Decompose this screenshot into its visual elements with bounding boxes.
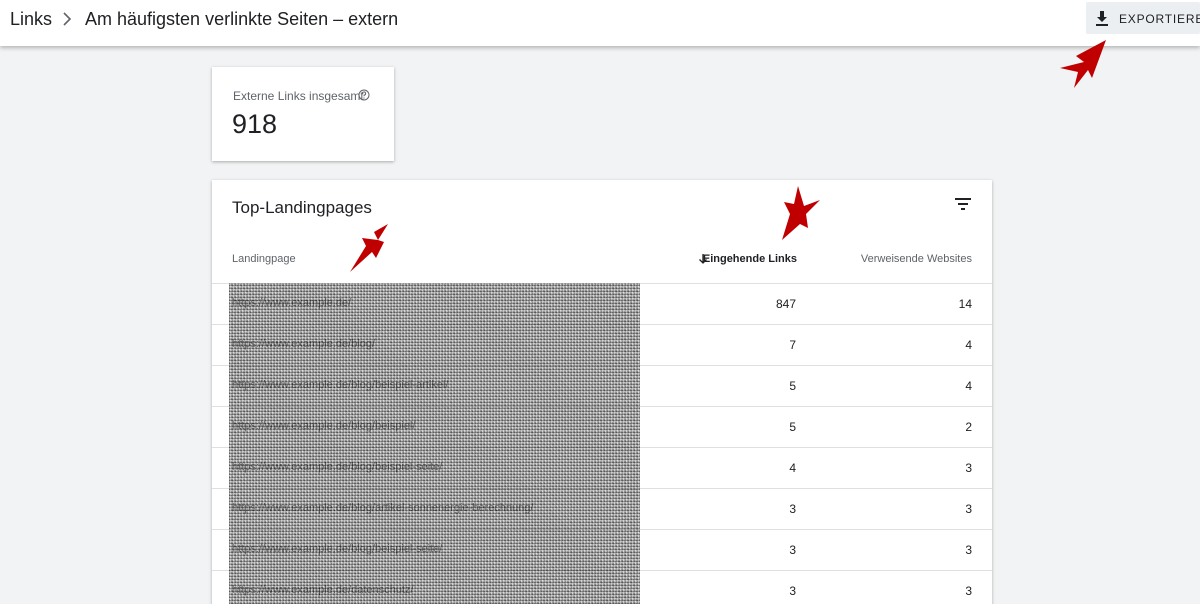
total-external-links-card: Externe Links insgesamt 918: [212, 67, 394, 161]
help-icon[interactable]: [358, 89, 370, 101]
incoming-links-value: 847: [775, 297, 796, 311]
referring-sites-value: 3: [965, 461, 972, 475]
table-row[interactable]: https://www.example.de/blog/beispiel/ 5 …: [212, 406, 992, 447]
table-row[interactable]: https://www.example.de/blog/beispiel-sei…: [212, 529, 992, 570]
download-icon: [1096, 11, 1108, 26]
incoming-links-value: 4: [789, 461, 796, 475]
chevron-right-icon: [63, 12, 72, 26]
table-body: https://www.example.de/ 847 14 https://w…: [212, 283, 992, 604]
referring-sites-value: 3: [965, 543, 972, 557]
landingpage-url[interactable]: https://www.example.de/blog/artikel-sonn…: [232, 502, 533, 514]
stat-value: 918: [232, 109, 278, 139]
landingpage-url[interactable]: https://www.example.de/: [232, 297, 351, 309]
incoming-links-value: 7: [789, 338, 796, 352]
table-row[interactable]: https://www.example.de/datenschutz/ 3 3: [212, 570, 992, 604]
table-row[interactable]: https://www.example.de/ 847 14: [212, 283, 992, 324]
page-title: Am häufigsten verlinkte Seiten – extern: [85, 9, 399, 29]
incoming-links-value: 3: [789, 502, 796, 516]
landingpage-url[interactable]: https://www.example.de/blog/beispiel-sei…: [232, 461, 442, 473]
top-bar: Links Am häufigsten verlinkte Seiten – e…: [0, 0, 1200, 46]
breadcrumb-links[interactable]: Links: [10, 9, 52, 30]
referring-sites-value: 4: [965, 379, 972, 393]
column-header-incoming-links[interactable]: Eingehende Links: [697, 253, 797, 265]
referring-sites-value: 3: [965, 584, 972, 598]
table-row[interactable]: https://www.example.de/blog/ 7 4: [212, 324, 992, 365]
table-title: Top-Landingpages: [232, 198, 372, 217]
incoming-links-value: 3: [789, 543, 796, 557]
top-landingpages-card: Top-Landingpages Landingpage Eingehende …: [212, 180, 992, 604]
incoming-links-value: 3: [789, 584, 796, 598]
column-header-landingpage[interactable]: Landingpage: [232, 253, 296, 265]
table-row[interactable]: https://www.example.de/blog/beispiel-sei…: [212, 447, 992, 488]
landingpage-url[interactable]: https://www.example.de/blog/beispiel-art…: [232, 379, 448, 391]
referring-sites-value: 2: [965, 420, 972, 434]
referring-sites-value: 14: [958, 297, 972, 311]
annotation-arrow-incoming-links: [782, 186, 820, 240]
table-row[interactable]: https://www.example.de/blog/artikel-sonn…: [212, 488, 992, 529]
annotation-arrow-export: [1060, 40, 1106, 88]
landingpage-url[interactable]: https://www.example.de/datenschutz/: [232, 584, 414, 596]
column-header-referring-sites[interactable]: Verweisende Websites: [832, 253, 972, 265]
export-button[interactable]: EXPORTIEREN: [1086, 2, 1200, 34]
table-row[interactable]: https://www.example.de/blog/beispiel-art…: [212, 365, 992, 406]
export-label: EXPORTIEREN: [1119, 12, 1200, 26]
landingpage-url[interactable]: https://www.example.de/blog/beispiel-sei…: [232, 543, 442, 555]
incoming-links-value: 5: [789, 379, 796, 393]
filter-icon[interactable]: [955, 197, 971, 211]
landingpage-url[interactable]: https://www.example.de/blog/beispiel/: [232, 420, 415, 432]
referring-sites-value: 3: [965, 502, 972, 516]
annotation-arrow-landingpage: [350, 224, 388, 272]
referring-sites-value: 4: [965, 338, 972, 352]
incoming-links-value: 5: [789, 420, 796, 434]
landingpage-url[interactable]: https://www.example.de/blog/: [232, 338, 375, 350]
stat-label: Externe Links insgesamt: [233, 89, 364, 103]
